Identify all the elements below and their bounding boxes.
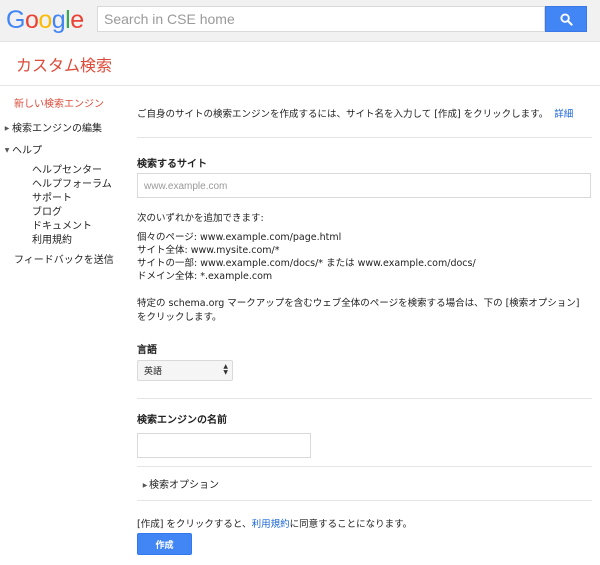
terms-link[interactable]: 利用規約: [252, 519, 290, 530]
search-input[interactable]: [98, 7, 544, 31]
logo-letter: o: [24, 6, 39, 34]
sidebar-item-blog[interactable]: ブログ: [32, 206, 62, 219]
language-select[interactable]: 英語 ▲ ▼: [137, 360, 233, 381]
logo-letter: G: [6, 6, 25, 34]
logo-letter: o: [38, 6, 52, 34]
sites-field: [137, 173, 591, 198]
product-title: カスタム検索: [16, 56, 113, 75]
terms-notice: [作成] をクリックすると、利用規約に同意することになります。: [137, 516, 412, 530]
sidebar-item-terms[interactable]: 利用規約: [32, 234, 72, 247]
engine-name-label: 検索エンジンの名前: [137, 415, 227, 426]
sidebar-item-docs[interactable]: ドキュメント: [32, 220, 92, 233]
sidebar-item-label: 検索エンジンの編集: [12, 123, 102, 135]
details-link[interactable]: 詳細: [554, 109, 573, 120]
terms-suffix: に同意することになります。: [289, 519, 413, 530]
intro-text: ご自身のサイトの検索エンジンを作成するには、サイト名を入力して [作成] をクリ…: [137, 108, 573, 122]
create-button[interactable]: 作成: [137, 533, 192, 555]
intro-description: ご自身のサイトの検索エンジンを作成するには、サイト名を入力して [作成] をクリ…: [137, 109, 549, 120]
triangle-right-icon: ▶: [4, 125, 10, 132]
language-label: 言語: [137, 345, 157, 356]
header-divider: [0, 85, 600, 86]
example-site-part: サイトの一部: www.example.com/docs/* または www.e…: [137, 258, 476, 269]
example-single-page: 個々のページ: www.example.com/page.html: [137, 232, 342, 243]
schema-note-line-1: 特定の schema.org マークアップを含むウェブ全体のページを検索する場合…: [137, 298, 580, 309]
logo-letter: g: [51, 6, 66, 34]
divider: [137, 500, 592, 501]
sidebar-item-label: ヘルプ: [12, 145, 42, 157]
search-box: [97, 6, 545, 32]
sites-input[interactable]: [138, 175, 590, 198]
engine-name-input[interactable]: [138, 435, 310, 458]
divider: [137, 398, 592, 399]
sidebar-item-new-engine[interactable]: 新しい検索エンジン: [14, 98, 104, 111]
search-button[interactable]: [545, 6, 587, 32]
add-intro-text: 次のいずれかを追加できます:: [137, 213, 264, 224]
sidebar-item-edit-engine[interactable]: ▶ 検索エンジンの編集: [0, 122, 102, 136]
divider: [137, 137, 592, 138]
search-options-toggle[interactable]: ▶ 検索オプション: [141, 476, 219, 491]
updown-arrows-icon: ▲ ▼: [223, 363, 228, 376]
sites-label: 検索するサイト: [137, 159, 207, 170]
logo-letter: e: [70, 6, 84, 34]
language-value: 英語: [144, 367, 163, 377]
sidebar-item-help[interactable]: ▼ ヘルプ: [0, 144, 42, 158]
sidebar-item-feedback[interactable]: フィードバックを送信: [14, 254, 114, 267]
divider: [137, 466, 592, 467]
triangle-down-icon: ▼: [4, 147, 10, 154]
search-options-label: 検索オプション: [149, 480, 219, 491]
engine-name-field: [137, 433, 311, 458]
example-whole-site: サイト全体: www.mysite.com/*: [137, 245, 280, 256]
top-bar: Google: [0, 0, 600, 42]
sidebar-item-help-center[interactable]: ヘルプセンター: [32, 164, 102, 177]
search-icon: [559, 12, 573, 26]
google-logo[interactable]: Google: [6, 6, 84, 34]
terms-prefix: [作成] をクリックすると、: [137, 519, 252, 530]
schema-note-line-2: をクリックします。: [137, 312, 222, 323]
sidebar-item-support[interactable]: サポート: [32, 192, 72, 205]
sidebar-item-help-forum[interactable]: ヘルプフォーラム: [32, 178, 112, 191]
triangle-right-icon: ▶: [142, 481, 148, 489]
example-domain: ドメイン全体: *.example.com: [137, 271, 273, 282]
